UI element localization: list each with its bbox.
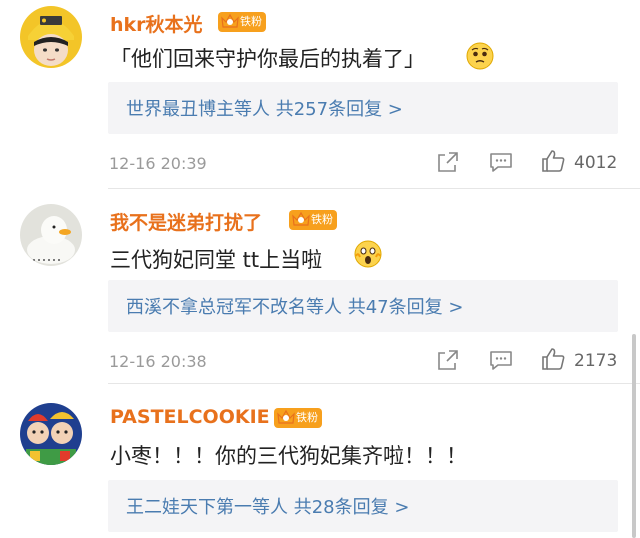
replies-link[interactable]: 王二娃天下第一等人 共28条回复 > (126, 493, 409, 519)
fan-badge-label: 铁粉 (240, 15, 262, 28)
avatar[interactable] (20, 6, 82, 68)
fan-badge-label: 铁粉 (311, 213, 333, 226)
crown-icon (292, 211, 310, 226)
comment-time: 12-16 20:38 (109, 352, 207, 371)
fan-badge: 铁粉 (289, 210, 337, 230)
comment-icon[interactable] (489, 348, 513, 372)
comment-item: hkr秋本光 铁粉 「他们回来守护你最后的执着了」 世界最丑博主等人 共257条… (0, 0, 640, 190)
fan-badge: 铁粉 (274, 408, 322, 428)
comment-icon[interactable] (489, 150, 513, 174)
scream-face-emoji (354, 240, 382, 268)
replies-box[interactable]: 王二娃天下第一等人 共28条回复 > (108, 480, 618, 532)
comment-text: 「他们回来守护你最后的执着了」 (110, 47, 425, 71)
comment-feed: hkr秋本光 铁粉 「他们回来守护你最后的执着了」 世界最丑博主等人 共257条… (0, 0, 640, 538)
comment-text: 三代狗妃同堂 tt上当啦 (110, 248, 323, 272)
divider (108, 188, 640, 189)
crown-icon (221, 13, 239, 28)
thumbs-up-icon[interactable] (540, 148, 566, 174)
username[interactable]: PASTELCOOKIE (110, 406, 270, 428)
share-icon[interactable] (436, 348, 460, 372)
comment-time: 12-16 20:39 (109, 154, 207, 173)
replies-link[interactable]: 世界最丑博主等人 共257条回复 > (126, 95, 403, 121)
crown-icon (277, 409, 295, 424)
scrollbar[interactable] (632, 334, 636, 538)
comment-item: PASTELCOOKIE 铁粉 小枣！！！你的三代狗妃集齐啦！！！ 王二娃天下第… (0, 383, 640, 538)
comment-item: 我不是迷弟打扰了 铁粉 三代狗妃同堂 tt上当啦 西溪不拿总冠军不改名等人 共4… (0, 190, 640, 384)
thumbs-up-icon[interactable] (540, 346, 566, 372)
replies-box[interactable]: 世界最丑博主等人 共257条回复 > (108, 82, 618, 134)
replies-box[interactable]: 西溪不拿总冠军不改名等人 共47条回复 > (108, 280, 618, 332)
replies-link[interactable]: 西溪不拿总冠军不改名等人 共47条回复 > (126, 293, 463, 319)
avatar[interactable] (20, 204, 82, 266)
username[interactable]: hkr秋本光 (110, 10, 203, 37)
fan-badge-label: 铁粉 (296, 411, 318, 424)
comment-text: 小枣！！！你的三代狗妃集齐啦！！！ (110, 444, 467, 468)
fan-badge: 铁粉 (218, 12, 266, 32)
worried-face-emoji (466, 42, 494, 70)
like-count: 4012 (574, 153, 618, 173)
avatar[interactable] (20, 403, 82, 465)
like-count: 2173 (574, 351, 618, 371)
share-icon[interactable] (436, 150, 460, 174)
username[interactable]: 我不是迷弟打扰了 (110, 208, 262, 235)
